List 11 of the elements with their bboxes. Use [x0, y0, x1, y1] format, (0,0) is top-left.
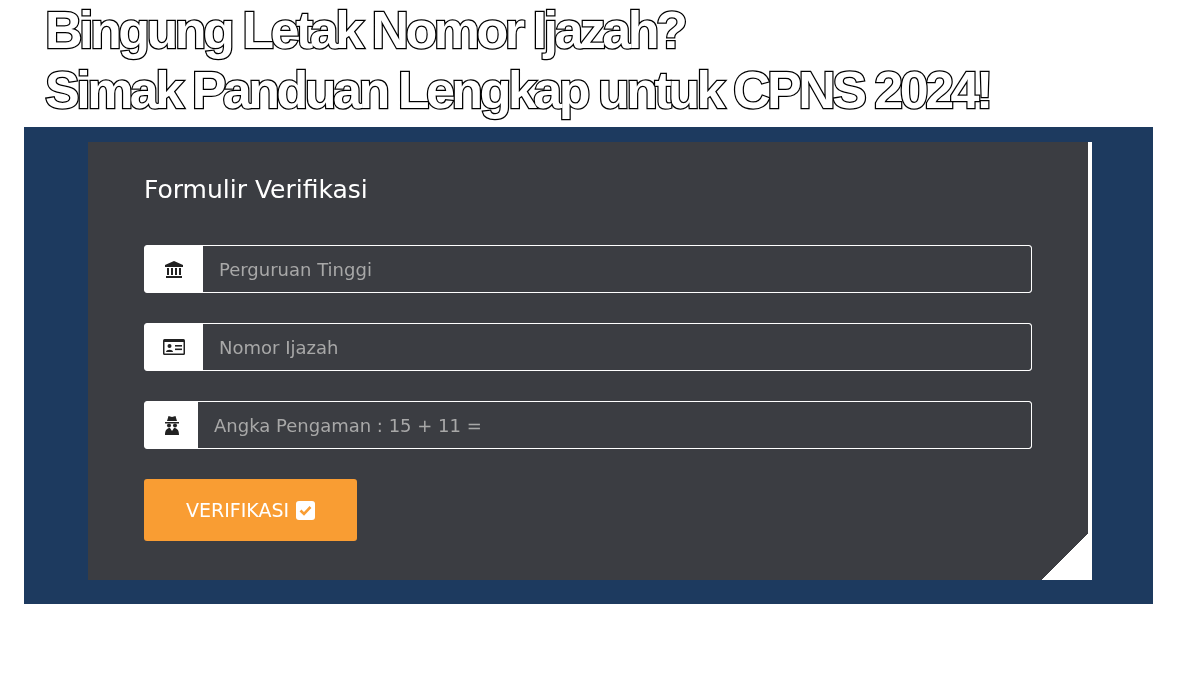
form-title: Formulir Verifikasi — [144, 174, 369, 206]
headline-text: Simak Panduan Lengkap untuk CPNS 2024! — [45, 61, 990, 120]
input-field[interactable]: Nomor Ijazah — [144, 323, 1032, 371]
input-field[interactable]: Angka Pengaman : 15 + 11 = — [144, 401, 1032, 449]
headline-text: Bingung Letak Nomor Ijazah? — [45, 0, 685, 60]
bank-icon — [164, 260, 184, 278]
spy-icon — [163, 415, 180, 435]
input-field[interactable]: Perguruan Tinggi — [144, 245, 1032, 293]
checkbox-icon — [296, 500, 316, 520]
verify-button[interactable]: VERIFIKASI — [144, 479, 357, 541]
id-card-icon — [163, 339, 185, 355]
